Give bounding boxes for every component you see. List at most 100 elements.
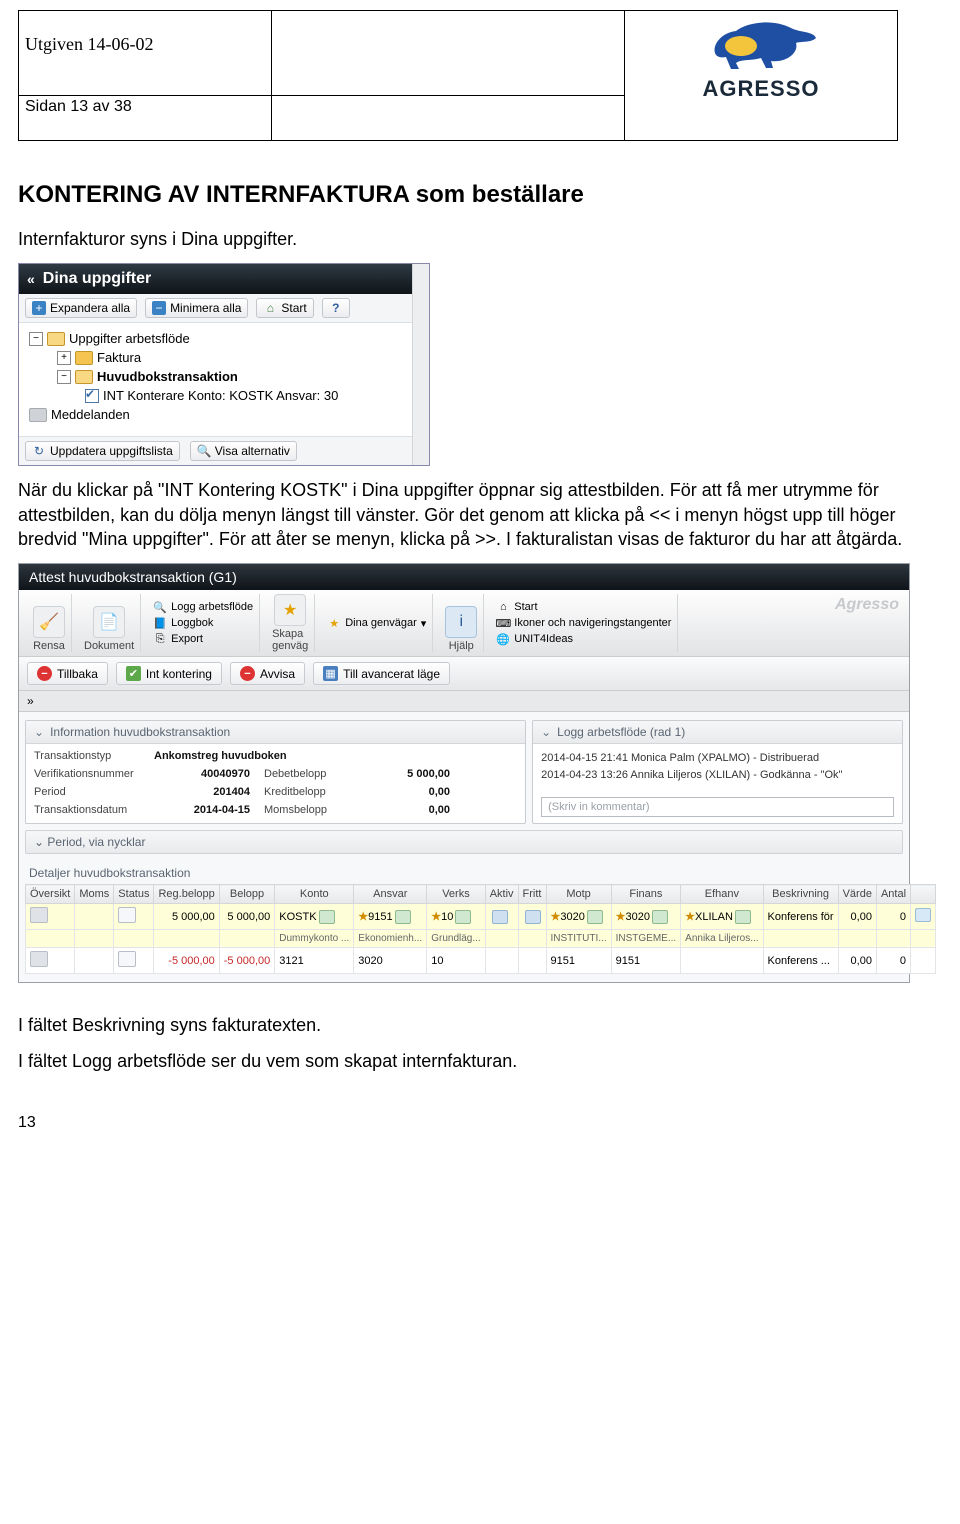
tree-huvudbok[interactable]: −Huvudbokstransaktion	[57, 367, 425, 386]
kredit-label: Kreditbelopp	[264, 786, 364, 798]
collapse-icon[interactable]: ⌄	[541, 725, 551, 739]
expand-strip[interactable]: »	[19, 691, 909, 712]
intro-para-1: Internfakturor syns i Dina uppgifter.	[18, 227, 920, 251]
tree-meddelanden[interactable]: Meddelanden	[29, 405, 425, 424]
grid-icon: ▦	[323, 666, 338, 681]
reject-icon: −	[240, 666, 255, 681]
grid-row-2[interactable]: -5 000,00 -5 000,00 3121 3020 10 9151 91…	[26, 948, 936, 974]
ribbon-unit4-link[interactable]: 🌐UNIT4Ideas	[496, 632, 671, 646]
folder-icon	[75, 351, 93, 365]
home-icon: ⌂	[263, 301, 277, 315]
body-para-4: I fältet Logg arbetsflöde ser du vem som…	[18, 1049, 920, 1073]
scroll-thumb[interactable]	[416, 270, 426, 279]
info-icon: i	[445, 606, 477, 638]
lookup-icon[interactable]	[395, 910, 411, 924]
transtyp-label: Transaktionstyp	[34, 750, 154, 762]
dropdown-icon: ▾	[421, 617, 427, 630]
avvisa-button[interactable]: −Avvisa	[230, 662, 305, 685]
grid-header-row: Översikt Moms Status Reg.belopp Belopp K…	[26, 885, 936, 904]
start-button[interactable]: ⌂Start	[256, 298, 313, 318]
row-action-icon[interactable]	[915, 908, 931, 922]
minimize-all-button[interactable]: −Minimera alla	[145, 298, 248, 318]
period-subsection[interactable]: ⌄ Period, via nycklar	[25, 830, 903, 854]
comment-input[interactable]: (Skriv in kommentar)	[541, 797, 894, 817]
transdate-value: 2014-04-15	[154, 804, 264, 816]
row-select-icon[interactable]	[30, 951, 48, 967]
collapse-icon[interactable]: ⌄	[34, 725, 44, 739]
attest-window: Attest huvudbokstransaktion (G1) 🧹Rensa …	[18, 563, 910, 983]
help-button[interactable]: ?	[322, 298, 350, 318]
globe-icon: 🌐	[496, 632, 510, 646]
lookup-icon[interactable]	[587, 910, 603, 924]
plus-icon: +	[32, 301, 46, 315]
ribbon-rensa[interactable]: 🧹Rensa	[27, 594, 72, 652]
debet-value: 5 000,00	[364, 768, 464, 780]
ribbon-loggbok[interactable]: 📘Loggbok	[153, 616, 253, 630]
int-kontering-button[interactable]: ✔Int kontering	[116, 662, 222, 685]
debet-label: Debetbelopp	[264, 768, 364, 780]
log-line-1: 2014-04-15 21:41 Monica Palm (XPALMO) - …	[541, 750, 894, 767]
details-grid: Översikt Moms Status Reg.belopp Belopp K…	[25, 884, 936, 974]
star-icon: ★	[551, 911, 561, 923]
info-panel-title: Information huvudbokstransaktion	[50, 725, 230, 739]
tillbaka-button[interactable]: −Tillbaka	[27, 662, 108, 685]
transtyp-value: Ankomstreg huvudboken	[154, 750, 464, 762]
bull-icon	[701, 13, 821, 73]
lookup-icon[interactable]	[735, 910, 751, 924]
search-icon: 🔍	[153, 600, 167, 614]
ribbon-hjalp[interactable]: iHjälp	[439, 594, 484, 652]
tree-root[interactable]: −Uppgifter arbetsflöde	[29, 329, 425, 348]
lookup-icon[interactable]	[319, 910, 335, 924]
folder-open-icon	[75, 370, 93, 384]
chevron-left-icon[interactable]: «	[27, 271, 35, 287]
star-icon: ★	[431, 911, 441, 923]
tree-faktura[interactable]: +Faktura	[57, 348, 425, 367]
body-para-3: I fältet Beskrivning syns fakturatexten.	[18, 1013, 920, 1037]
book-icon: 📘	[153, 616, 167, 630]
avancerat-button[interactable]: ▦Till avancerat läge	[313, 662, 450, 685]
ribbon-logg-arbetsflode[interactable]: 🔍Logg arbetsflöde	[153, 600, 253, 614]
clear-icon: 🧹	[33, 606, 65, 638]
collapse-icon: ⌄	[34, 835, 44, 849]
back-icon: −	[37, 666, 52, 681]
sidebar-bottom-toolbar: ↻Uppdatera uppgiftslista 🔍Visa alternati…	[19, 437, 429, 465]
tree-task-item[interactable]: INT Konterare Konto: KOSTK Ansvar: 30	[85, 386, 425, 405]
lookup-icon[interactable]	[455, 910, 471, 924]
collapse-icon[interactable]: −	[57, 370, 71, 384]
ribbon-dina-genvagar[interactable]: ★Dina genvägar ▾	[327, 616, 426, 630]
expand-icon[interactable]: +	[57, 351, 71, 365]
expand-all-button[interactable]: +Expandera alla	[25, 298, 137, 318]
refresh-tasklist-button[interactable]: ↻Uppdatera uppgiftslista	[25, 441, 180, 461]
page-text: Sidan 13 av 38	[25, 98, 132, 115]
document-icon: 📄	[93, 606, 125, 638]
sidebar-titlebar: « Dina uppgifter	[19, 264, 429, 294]
log-panel-title: Logg arbetsflöde (rad 1)	[557, 725, 685, 739]
transdate-label: Transaktionsdatum	[34, 804, 154, 816]
info-panel: ⌄ Information huvudbokstransaktion Transa…	[25, 720, 526, 824]
grid-row-1[interactable]: 5 000,00 5 000,00 KOSTK ★9151 ★10 ★3020 …	[26, 904, 936, 930]
ribbon: 🧹Rensa 📄Dokument 🔍Logg arbetsflöde 📘Logg…	[19, 590, 909, 657]
lookup-icon[interactable]	[525, 910, 541, 924]
check-icon: ✔	[126, 666, 141, 681]
log-line-2: 2014-04-23 13:26 Annika Liljeros (XLILAN…	[541, 767, 894, 784]
agresso-watermark: Agresso	[835, 596, 899, 614]
moms-label: Momsbelopp	[264, 804, 364, 816]
collapse-icon[interactable]: −	[29, 332, 43, 346]
ribbon-dokument[interactable]: 📄Dokument	[78, 594, 141, 652]
ribbon-skapa-genvag[interactable]: ★Skapa genväg	[266, 594, 315, 652]
star-icon: ★	[616, 911, 626, 923]
status-icon	[118, 951, 136, 967]
ribbon-start-link[interactable]: ⌂Start	[496, 600, 671, 614]
ribbon-export[interactable]: ⎘Export	[153, 632, 253, 646]
task-tree: −Uppgifter arbetsflöde +Faktura −Huvudbo…	[19, 323, 429, 437]
row-select-icon[interactable]	[30, 907, 48, 923]
lookup-icon[interactable]	[492, 910, 508, 924]
show-alternatives-button[interactable]: 🔍Visa alternativ	[190, 441, 297, 461]
lookup-icon[interactable]	[652, 910, 668, 924]
period-value: 201404	[154, 786, 264, 798]
star-icon: ★	[327, 616, 341, 630]
vernr-value: 40040970	[154, 768, 264, 780]
ribbon-ikoner-link[interactable]: ⌨Ikoner och navigeringstangenter	[496, 616, 671, 630]
kredit-value: 0,00	[364, 786, 464, 798]
minus-icon: −	[152, 301, 166, 315]
